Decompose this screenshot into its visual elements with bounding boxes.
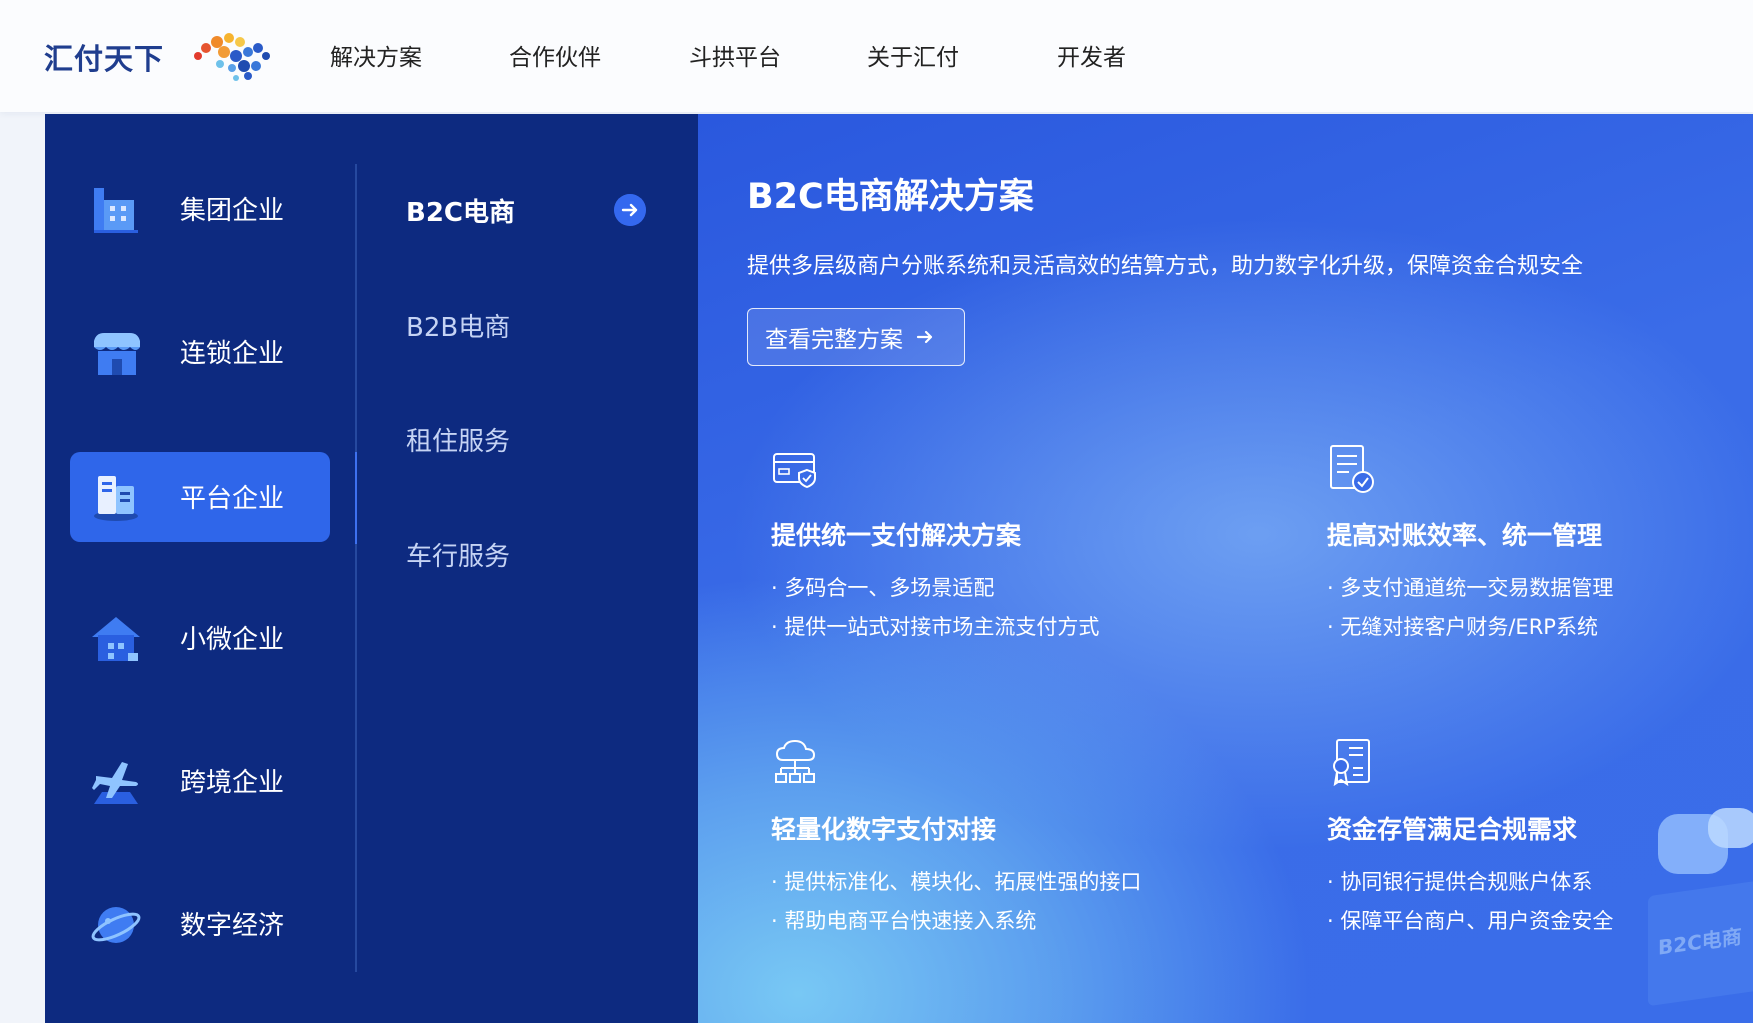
logo-text: 汇付天下 (44, 42, 165, 76)
subitem-auto-service[interactable]: 车行服务 (406, 536, 510, 573)
logo[interactable]: 汇付天下 (44, 30, 270, 84)
b2c-decorative-illustration: B2C电商 (1648, 808, 1753, 1006)
category-label: 跨境企业 (180, 768, 285, 798)
category-label: 数字经济 (180, 911, 285, 941)
category-label: 连锁企业 (180, 339, 285, 369)
menu-divider (355, 164, 357, 972)
solution-detail-panel: B2C电商解决方案 提供多层级商户分账系统和灵活高效的结算方式，助力数字化升级，… (698, 114, 1753, 1023)
airplane-icon (92, 762, 138, 804)
nav-item-developers[interactable]: 开发者 (1057, 38, 1126, 72)
building-icon (94, 188, 138, 233)
feature-bullet: · 多码合一、多场景适配 (771, 576, 995, 600)
subitem-rental-service[interactable]: 租住服务 (406, 421, 510, 458)
solution-description: 提供多层级商户分账系统和灵活高效的结算方式，助力数字化升级，保障资金合规安全 (747, 254, 1584, 279)
category-label: 小微企业 (180, 625, 285, 655)
feature-bullet: · 无缝对接客户财务/ERP系统 (1327, 615, 1598, 639)
menu-divider-highlight (355, 452, 357, 544)
feature-title: 提高对账效率、统一管理 (1327, 521, 1603, 550)
store-icon (94, 333, 140, 375)
nav-item-solutions[interactable]: 解决方案 (330, 38, 422, 72)
logo-mark-icon (194, 33, 270, 81)
nav-item-dougong-platform[interactable]: 斗拱平台 (689, 38, 781, 72)
feature-bullet: · 保障平台商户、用户资金安全 (1327, 909, 1614, 933)
feature-bullet: · 多支付通道统一交易数据管理 (1327, 576, 1614, 600)
feature-bullet: · 提供一站式对接市场主流支付方式 (771, 615, 1100, 639)
subitem-b2b-ecommerce[interactable]: B2B电商 (406, 307, 510, 344)
view-full-solution-button[interactable]: 查看完整方案 (747, 308, 965, 366)
document-check-icon (1330, 445, 1374, 493)
category-label: 集团企业 (180, 196, 285, 226)
category-platform-enterprise[interactable]: 平台企业 (70, 452, 330, 542)
category-group-enterprise[interactable]: 集团企业 (70, 164, 330, 254)
category-chain-enterprise[interactable]: 连锁企业 (70, 307, 330, 397)
certificate-icon (1333, 739, 1370, 787)
solutions-mega-menu: 集团企业 连锁企业 平台企业 小微企业 跨境企业 数字经济 B2C电商 B2B电… (45, 114, 698, 1023)
top-navigation-bar: 汇付天下 解决方案 合作伙伴 斗拱平台 关于汇付 开发者 (0, 0, 1753, 112)
platform-icon (94, 476, 138, 521)
arrow-right-circle-icon[interactable] (614, 194, 646, 226)
solution-title: B2C电商解决方案 (747, 177, 1034, 217)
feature-bullet: · 提供标准化、模块化、拓展性强的接口 (771, 870, 1142, 894)
feature-bullet: · 帮助电商平台快速接入系统 (771, 909, 1037, 933)
feature-title: 提供统一支付解决方案 (771, 521, 1022, 550)
cloud-network-icon (775, 739, 816, 783)
nav-item-about[interactable]: 关于汇付 (867, 38, 959, 72)
feature-title: 资金存管满足合规需求 (1327, 815, 1578, 844)
category-label: 平台企业 (180, 484, 285, 514)
feature-title: 轻量化数字支付对接 (771, 815, 997, 844)
category-cross-border-enterprise[interactable]: 跨境企业 (70, 736, 330, 826)
nav-item-partners[interactable]: 合作伙伴 (509, 38, 601, 72)
category-digital-economy[interactable]: 数字经济 (70, 879, 330, 969)
card-shield-icon (773, 453, 816, 489)
planet-icon (91, 907, 141, 943)
feature-bullet: · 协同银行提供合规账户体系 (1327, 870, 1593, 894)
category-small-micro-enterprise[interactable]: 小微企业 (70, 593, 330, 683)
subitem-b2c-ecommerce[interactable]: B2C电商 (406, 192, 515, 229)
view-full-solution-label: 查看完整方案 (765, 327, 903, 353)
arrow-right-icon (916, 330, 933, 344)
small-shop-icon (92, 617, 140, 661)
